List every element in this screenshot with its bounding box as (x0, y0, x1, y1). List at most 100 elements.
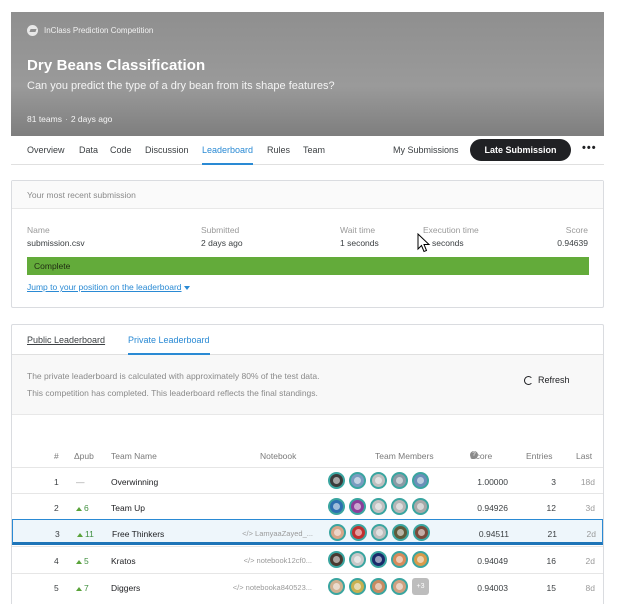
leaderboard-card: Public Leaderboard Private Leaderboard T… (11, 324, 604, 604)
refresh-button[interactable]: Refresh (524, 375, 570, 385)
tab-overview[interactable]: Overview (27, 145, 65, 155)
jump-to-position-link[interactable]: Jump to your position on the leaderboard (27, 282, 190, 292)
submission-execution-time: Execution time seconds (423, 225, 479, 248)
tab-public-leaderboard[interactable]: Public Leaderboard (27, 335, 105, 345)
avatar[interactable] (350, 524, 367, 541)
recent-submission-heading: Your most recent submission (12, 181, 603, 209)
tab-discussion[interactable]: Discussion (145, 145, 189, 155)
team-name-cell[interactable]: Diggers (111, 583, 140, 593)
avatar[interactable] (349, 498, 366, 515)
meta-separator: · (64, 114, 68, 124)
leaderboard-info-line-1: The private leaderboard is calculated wi… (27, 371, 320, 381)
team-name-cell[interactable]: Kratos (111, 556, 136, 566)
notebook-link[interactable]: </> notebook12cf0... (202, 556, 312, 565)
refresh-label: Refresh (538, 375, 570, 385)
last-cell: 3d (585, 503, 595, 513)
avatar[interactable] (370, 498, 387, 515)
recent-submission-card: Your most recent submission Name submiss… (11, 180, 604, 308)
avatar[interactable] (349, 472, 366, 489)
avatar[interactable] (328, 551, 345, 568)
tab-leaderboard[interactable]: Leaderboard (202, 145, 254, 165)
submitted-label: Submitted (201, 225, 240, 235)
col-rank: # (54, 451, 59, 461)
competition-header: InClass Prediction Competition Dry Beans… (11, 12, 604, 136)
entries-cell: 3 (551, 477, 556, 487)
tab-data[interactable]: Data (79, 145, 98, 155)
delta-cell: 5 (76, 556, 100, 566)
delta-cell: — (76, 477, 100, 487)
leaderboard-info-line-2: This competition has completed. This lea… (27, 388, 318, 398)
rank-cell: 5 (54, 583, 59, 593)
leaderboard-info: The private leaderboard is calculated wi… (12, 355, 603, 415)
avatar[interactable] (391, 551, 408, 568)
avatar[interactable] (370, 472, 387, 489)
table-row[interactable]: 3 11 Free Thinkers </> LamyaaZayed_... 0.945… (12, 519, 603, 545)
table-row[interactable]: 4 5 Kratos </> notebook12cf0... 0.94049 16 2d (12, 546, 603, 572)
delta-value: 6 (84, 503, 89, 513)
arrow-up-icon (76, 506, 82, 511)
delta-value: — (76, 477, 85, 487)
avatar[interactable] (391, 578, 408, 595)
last-cell: 2d (585, 556, 595, 566)
competition-meta: 81 teams · 2 days ago (27, 114, 112, 124)
score-cell: 0.94926 (477, 503, 508, 513)
table-row[interactable]: 5 7 Diggers </> notebooka840523... +3 0.94003… (12, 573, 603, 599)
avatar[interactable] (370, 551, 387, 568)
tab-team[interactable]: Team (303, 145, 325, 155)
avatar[interactable] (391, 472, 408, 489)
entries-cell: 16 (546, 556, 556, 566)
score-cell: 1.00000 (477, 477, 508, 487)
competition-subtitle: Can you predict the type of a dry bean f… (27, 80, 335, 92)
avatar[interactable] (371, 524, 388, 541)
team-name-cell[interactable]: Overwinning (111, 477, 158, 487)
avatar[interactable] (370, 578, 387, 595)
avatar[interactable] (328, 472, 345, 489)
arrow-up-icon (76, 586, 82, 591)
entries-cell: 21 (547, 529, 557, 539)
col-delta[interactable]: Δpub (74, 451, 94, 461)
leaderboard-tabs: Public Leaderboard Private Leaderboard (12, 325, 603, 355)
team-members (328, 551, 448, 569)
team-members (329, 524, 449, 542)
name-value: submission.csv (27, 238, 85, 248)
wait-time-label: Wait time (340, 225, 376, 235)
table-row[interactable]: 2 6 Team Up 0.94926 12 3d (12, 493, 603, 519)
score-label: Score (565, 225, 588, 235)
avatar[interactable] (329, 524, 346, 541)
notebook-link[interactable]: </> LamyaaZayed_... (203, 529, 313, 538)
name-label: Name (27, 225, 50, 235)
team-name-cell[interactable]: Free Thinkers (112, 529, 164, 539)
my-submissions-link[interactable]: My Submissions (393, 145, 459, 155)
avatar[interactable] (412, 498, 429, 515)
tab-code[interactable]: Code (110, 145, 132, 155)
notebook-link[interactable]: </> notebooka840523... (202, 583, 312, 592)
avatar[interactable] (412, 472, 429, 489)
tab-rules[interactable]: Rules (267, 145, 290, 155)
team-name-cell[interactable]: Team Up (111, 503, 145, 513)
delta-value: 7 (84, 583, 89, 593)
table-row[interactable]: 1 — Overwinning 1.00000 3 18d (12, 467, 603, 493)
rank-cell: 1 (54, 477, 59, 487)
more-members-badge[interactable]: +3 (412, 578, 429, 595)
arrow-up-icon (76, 559, 82, 564)
delta-cell: 6 (76, 503, 100, 513)
avatar[interactable] (412, 551, 429, 568)
avatar[interactable] (349, 578, 366, 595)
late-submission-button[interactable]: Late Submission (470, 139, 571, 161)
caret-down-icon (183, 285, 190, 290)
jump-link-label: Jump to your position on the leaderboard (27, 282, 182, 292)
avatar[interactable] (392, 524, 409, 541)
avatar[interactable] (413, 524, 430, 541)
rank-cell: 3 (55, 529, 60, 539)
delta-cell: 11 (77, 529, 101, 539)
avatar[interactable] (349, 551, 366, 568)
execution-time-value: seconds (432, 238, 464, 248)
score-cell: 0.94511 (478, 529, 509, 539)
avatar[interactable] (328, 498, 345, 515)
avatar[interactable] (328, 578, 345, 595)
avatar[interactable] (391, 498, 408, 515)
help-icon[interactable]: ? (470, 451, 478, 459)
more-options-icon[interactable]: ••• (582, 142, 597, 154)
mouse-cursor-icon (417, 233, 431, 253)
tab-private-leaderboard[interactable]: Private Leaderboard (128, 335, 210, 355)
